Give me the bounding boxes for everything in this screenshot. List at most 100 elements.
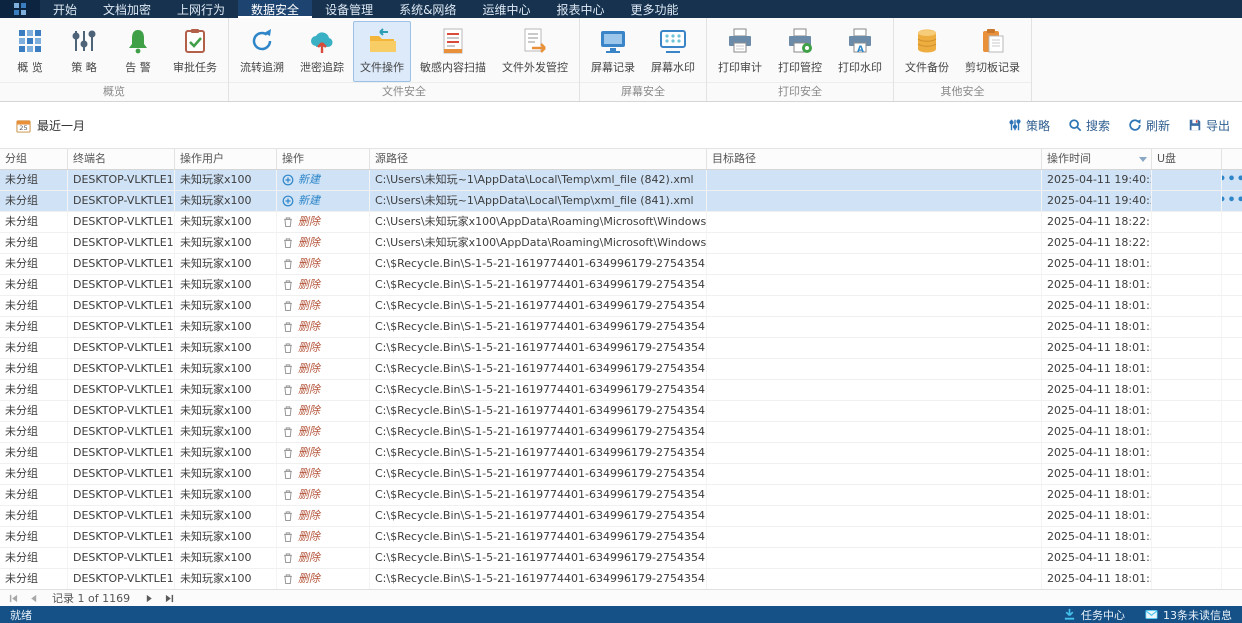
ribbon-button-screen-watermark[interactable]: 屏幕水印 (644, 21, 702, 82)
status-bar: 就绪 任务中心 13条未读信息 (0, 606, 1242, 623)
cell-operation: 删除 (277, 233, 370, 253)
cell-operation: 删除 (277, 359, 370, 379)
table-row[interactable]: 未分组 DESKTOP-VLKTLE1 未知玩家x100 删除 C:\$Recy… (0, 506, 1242, 527)
cell-time: 2025-04-11 18:01:38 (1042, 338, 1152, 358)
cell-group: 未分组 (0, 170, 68, 190)
unread-messages-button[interactable]: 13条未读信息 (1145, 607, 1232, 623)
ribbon-button-label: 文件外发管控 (502, 61, 568, 74)
table-row[interactable]: 未分组 DESKTOP-VLKTLE1 未知玩家x100 删除 C:\$Recy… (0, 275, 1242, 296)
menu-item[interactable]: 上网行为 (164, 0, 238, 18)
table-row[interactable]: 未分组 DESKTOP-VLKTLE1 未知玩家x100 删除 C:\$Recy… (0, 464, 1242, 485)
ribbon-button-policy[interactable]: 策 略 (58, 21, 110, 82)
pager-first-button[interactable] (6, 592, 20, 605)
column-header-target-path[interactable]: 目标路径 (707, 149, 1042, 169)
ribbon-button-outgoing-file-control[interactable]: 文件外发管控 (495, 21, 575, 82)
table-row[interactable]: 未分组 DESKTOP-VLKTLE1 未知玩家x100 删除 C:\$Recy… (0, 296, 1242, 317)
op-label: 删除 (298, 467, 320, 480)
table-row[interactable]: 未分组 DESKTOP-VLKTLE1 未知玩家x100 删除 C:\$Recy… (0, 548, 1242, 569)
cell-terminal: DESKTOP-VLKTLE1 (68, 254, 175, 274)
menu-item[interactable]: 设备管理 (312, 0, 386, 18)
ribbon-button-file-operations[interactable]: 文件操作 (353, 21, 411, 82)
table-row[interactable]: 未分组 DESKTOP-VLKTLE1 未知玩家x100 新建 C:\Users… (0, 191, 1242, 212)
cell-operation: 删除 (277, 422, 370, 442)
row-menu-button[interactable]: ••• (1222, 194, 1242, 207)
table-row[interactable]: 未分组 DESKTOP-VLKTLE1 未知玩家x100 新建 C:\Users… (0, 170, 1242, 191)
task-center-button[interactable]: 任务中心 (1063, 607, 1125, 623)
pager-next-button[interactable] (142, 592, 156, 605)
cell-group: 未分组 (0, 443, 68, 463)
column-header-group[interactable]: 分组 (0, 149, 68, 169)
menu-item[interactable]: 开始 (40, 0, 90, 18)
menu-item[interactable]: 数据安全 (238, 0, 313, 18)
cell-operation: 删除 (277, 506, 370, 526)
table-row[interactable]: 未分组 DESKTOP-VLKTLE1 未知玩家x100 删除 C:\Users… (0, 212, 1242, 233)
ribbon-button-print-control[interactable]: 打印管控 (771, 21, 829, 82)
filter-dropdown-icon[interactable] (1139, 156, 1147, 162)
ribbon-button-screen-record[interactable]: 屏幕记录 (584, 21, 642, 82)
row-menu-button[interactable]: ••• (1222, 173, 1242, 186)
cell-source-path: C:\$Recycle.Bin\S-1-5-21-1619774401-6349… (370, 569, 707, 589)
table-row[interactable]: 未分组 DESKTOP-VLKTLE1 未知玩家x100 删除 C:\$Recy… (0, 527, 1242, 548)
menu-item[interactable]: 系统&网络 (386, 0, 469, 18)
table-row[interactable]: 未分组 DESKTOP-VLKTLE1 未知玩家x100 删除 C:\Users… (0, 233, 1242, 254)
column-header-usb[interactable]: U盘 (1152, 149, 1222, 169)
ribbon-button-sensitive-content-scan[interactable]: 敏感内容扫描 (413, 21, 493, 82)
trash-icon (284, 490, 292, 501)
ribbon-button-approval-tasks[interactable]: 审批任务 (166, 21, 224, 82)
ribbon-button-file-backup[interactable]: 文件备份 (898, 21, 956, 82)
op-label: 删除 (298, 404, 320, 417)
pager-last-button[interactable] (162, 592, 176, 605)
ribbon-button-alert[interactable]: 告 警 (112, 21, 164, 82)
table-row[interactable]: 未分组 DESKTOP-VLKTLE1 未知玩家x100 删除 C:\$Recy… (0, 422, 1242, 443)
cell-group: 未分组 (0, 359, 68, 379)
op-label: 删除 (298, 572, 320, 585)
plus-circle-icon (282, 195, 294, 207)
table-row[interactable]: 未分组 DESKTOP-VLKTLE1 未知玩家x100 删除 C:\$Recy… (0, 317, 1242, 338)
menu-item-label: 设备管理 (325, 2, 374, 17)
table-row[interactable]: 未分组 DESKTOP-VLKTLE1 未知玩家x100 删除 C:\$Recy… (0, 380, 1242, 401)
op-label: 新建 (298, 194, 320, 207)
logo-grid-icon (14, 3, 26, 15)
policy-filter-button[interactable]: 策略 (1008, 117, 1050, 134)
cell-source-path: C:\Users\未知玩~1\AppData\Local\Temp\xml_fi… (370, 170, 707, 190)
table-row[interactable]: 未分组 DESKTOP-VLKTLE1 未知玩家x100 删除 C:\$Recy… (0, 443, 1242, 464)
ribbon-button-print-audit[interactable]: 打印审计 (711, 21, 769, 82)
unread-messages-label: 13条未读信息 (1163, 608, 1232, 622)
table-row[interactable]: 未分组 DESKTOP-VLKTLE1 未知玩家x100 删除 C:\$Recy… (0, 254, 1242, 275)
app-logo[interactable] (0, 0, 40, 18)
trash-icon (284, 301, 292, 312)
ribbon-button-overview[interactable]: 概 览 (4, 21, 56, 82)
column-header-user[interactable]: 操作用户 (175, 149, 277, 169)
ribbon-button-print-watermark[interactable]: A 打印水印 (831, 21, 889, 82)
menu-item[interactable]: 文档加密 (90, 0, 164, 18)
table-row[interactable]: 未分组 DESKTOP-VLKTLE1 未知玩家x100 删除 C:\$Recy… (0, 338, 1242, 359)
ribbon-button-flow-trace[interactable]: 流转追溯 (233, 21, 291, 82)
column-header-terminal[interactable]: 终端名 (68, 149, 175, 169)
search-button[interactable]: 搜索 (1068, 117, 1110, 134)
cell-user: 未知玩家x100 (175, 443, 277, 463)
cell-user: 未知玩家x100 (175, 296, 277, 316)
menu-item[interactable]: 运维中心 (469, 0, 543, 18)
cell-source-path: C:\$Recycle.Bin\S-1-5-21-1619774401-6349… (370, 422, 707, 442)
cell-source-path: C:\$Recycle.Bin\S-1-5-21-1619774401-6349… (370, 485, 707, 505)
column-header-operation[interactable]: 操作 (277, 149, 370, 169)
cell-operation: 新建 (277, 191, 370, 211)
pager-prev-button[interactable] (26, 592, 40, 605)
export-button[interactable]: 导出 (1188, 117, 1230, 134)
ribbon-button-clipboard-record[interactable]: 剪切板记录 (958, 21, 1027, 82)
column-header-time[interactable]: 操作时间 (1042, 149, 1152, 169)
table-row[interactable]: 未分组 DESKTOP-VLKTLE1 未知玩家x100 删除 C:\$Recy… (0, 401, 1242, 422)
monitor-icon (599, 27, 627, 55)
menu-item[interactable]: 更多功能 (617, 0, 691, 18)
cell-usb (1152, 506, 1222, 526)
column-header-source-path[interactable]: 源路径 (370, 149, 707, 169)
cell-group: 未分组 (0, 380, 68, 400)
menu-item[interactable]: 报表中心 (543, 0, 617, 18)
date-range-filter[interactable]: 25 最近一月 (16, 117, 85, 134)
cell-target-path (707, 170, 1042, 190)
refresh-button[interactable]: 刷新 (1128, 117, 1170, 134)
ribbon-button-leak-tracking[interactable]: 泄密追踪 (293, 21, 351, 82)
table-row[interactable]: 未分组 DESKTOP-VLKTLE1 未知玩家x100 删除 C:\$Recy… (0, 359, 1242, 380)
table-row[interactable]: 未分组 DESKTOP-VLKTLE1 未知玩家x100 删除 C:\$Recy… (0, 569, 1242, 589)
table-row[interactable]: 未分组 DESKTOP-VLKTLE1 未知玩家x100 删除 C:\$Recy… (0, 485, 1242, 506)
